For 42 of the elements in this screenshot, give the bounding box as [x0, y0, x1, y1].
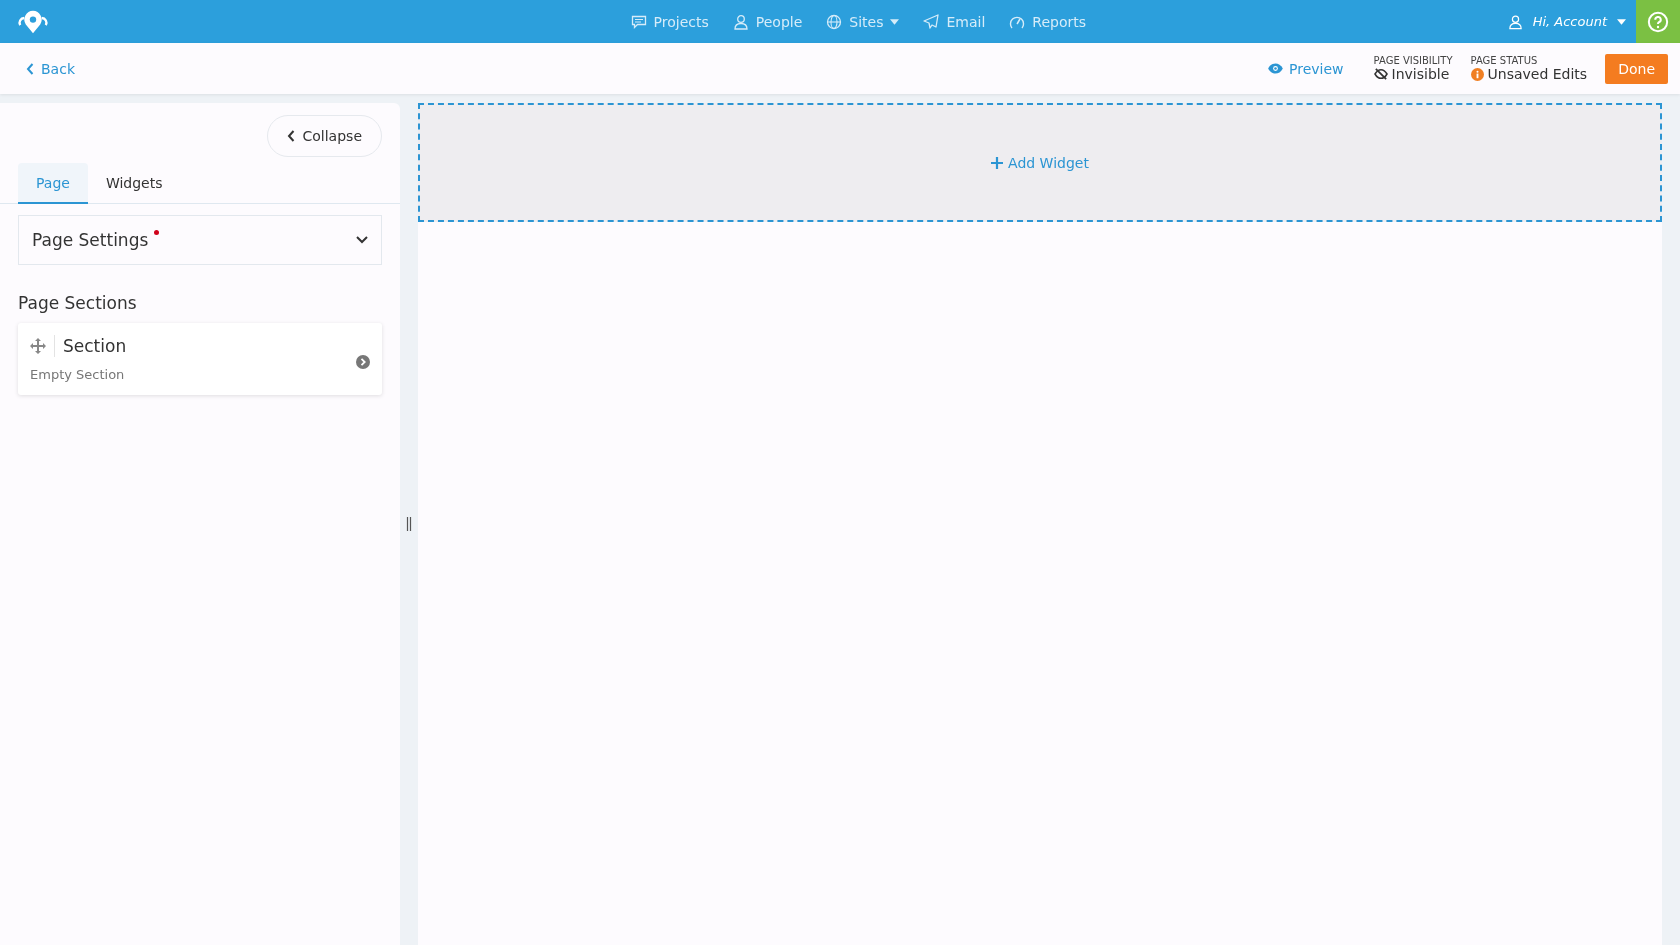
nav-link[interactable]: Reports: [1009, 13, 1087, 30]
status-label: PAGE STATUS: [1470, 55, 1539, 66]
logo-icon[interactable]: [17, 8, 49, 35]
page-settings-dropdown[interactable]: Page Settings: [18, 215, 382, 265]
section-heading: Page Sections: [18, 293, 138, 313]
info-icon: [1470, 67, 1484, 81]
eye-slash-icon: [1373, 68, 1388, 80]
globe-icon: [826, 13, 843, 30]
done-button[interactable]: Done: [1605, 53, 1668, 84]
resize-handle-icon[interactable]: [406, 517, 412, 531]
preview-link[interactable]: Preview: [1268, 60, 1344, 77]
paper-plane-icon: [923, 13, 940, 30]
collapse-button[interactable]: Collapse: [266, 115, 382, 157]
back-link[interactable]: Back: [26, 60, 75, 77]
sidebar-tab[interactable]: Page: [18, 163, 88, 204]
section-subtitle: Empty Section: [30, 367, 126, 382]
chat-icon: [630, 13, 647, 30]
chevron-down-icon: [356, 236, 368, 244]
eye-icon: [1268, 63, 1284, 74]
status-value: Unsaved Edits: [1487, 66, 1588, 82]
person-icon: [1507, 13, 1523, 30]
chevron-left-icon: [286, 130, 295, 142]
help-button[interactable]: [1636, 0, 1680, 43]
help-icon: [1647, 10, 1669, 33]
chevron-right-circle-icon[interactable]: [356, 355, 370, 369]
section-card[interactable]: Section Empty Section: [18, 323, 382, 395]
nav-link[interactable]: Projects: [630, 13, 709, 30]
nav-link[interactable]: Email: [923, 13, 986, 30]
caret-icon: [1617, 18, 1626, 25]
section-title: Section: [63, 336, 127, 356]
add-widget-label: Add Widget: [1008, 154, 1089, 171]
visibility-value: Invisible: [1391, 66, 1450, 82]
chevron-left-icon: [26, 62, 34, 75]
nav-link[interactable]: People: [732, 13, 803, 30]
nav-link[interactable]: Sites: [826, 13, 900, 30]
add-widget-zone[interactable]: Add Widget: [418, 103, 1662, 222]
move-icon[interactable]: [30, 338, 46, 354]
plus-icon: [991, 156, 1004, 169]
sidebar-tab[interactable]: Widgets: [87, 163, 181, 204]
person-icon: [732, 13, 749, 30]
visibility-label: PAGE VISIBILITY: [1373, 55, 1453, 66]
account-menu[interactable]: Hi, Account: [1507, 13, 1636, 30]
